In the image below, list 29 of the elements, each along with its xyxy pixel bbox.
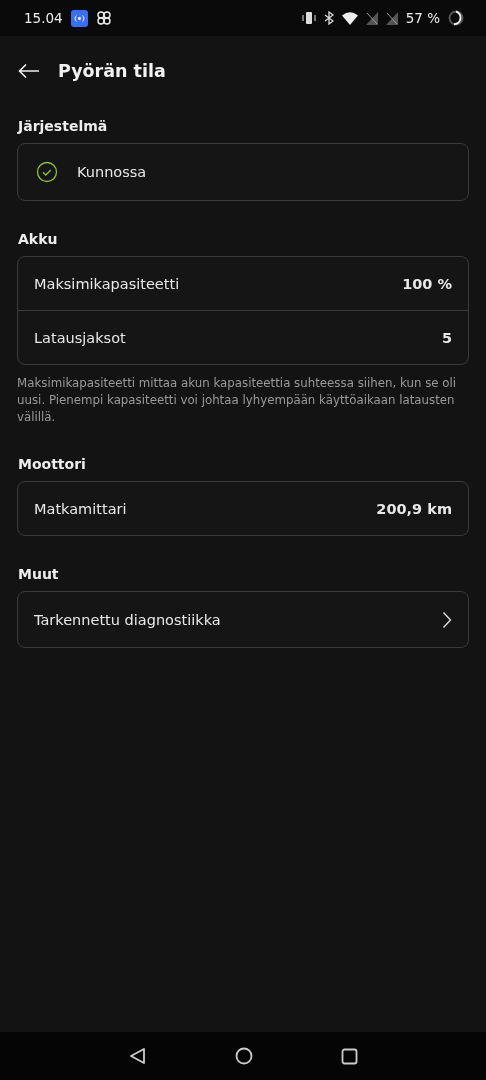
home-nav-icon[interactable] [234,1047,253,1065]
battery-percent: 57 % [405,10,440,26]
status-text: Kunnossa [77,164,147,180]
chevron-right-icon [442,610,452,629]
check-circle-icon [36,161,58,183]
row-value: 200,9 km [376,500,452,517]
clock: 15.04 [24,10,63,26]
section-title: Muut [18,566,60,582]
no-signal-icon [385,11,398,25]
recents-nav-icon[interactable] [340,1047,358,1065]
row-value: 5 [441,329,452,346]
section-title: Akku [18,231,59,247]
row-label: Maksimikapasiteetti [34,275,180,292]
diagnostics-button[interactable]: Tarkennettu diagnostiikka [17,591,469,648]
bluetooth-icon [323,11,334,25]
section-title: Järjestelmä [18,118,109,134]
row-label: Matkamittari [34,500,127,517]
section-title: Moottori [18,456,87,472]
wifi-icon [341,11,358,25]
info-note: Maksimikapasiteetti mittaa akun kapasiteettia suhteessa siihen, kun se oli uusi. Pienempi kapasiteetti voi johtaa lyhyempään käyttöaikaan latausten välillä. [17,375,458,426]
broadcast-icon [70,9,88,27]
page-title: Pyörän tila [58,61,166,81]
row-label: Latausjaksot [34,329,126,346]
vibrate-icon [301,11,316,25]
row-value: 100 % [402,275,452,292]
battery-ring-icon [448,10,464,26]
no-signal-icon [365,11,378,25]
back-arrow-icon[interactable] [18,63,40,79]
back-nav-icon[interactable] [128,1047,147,1065]
